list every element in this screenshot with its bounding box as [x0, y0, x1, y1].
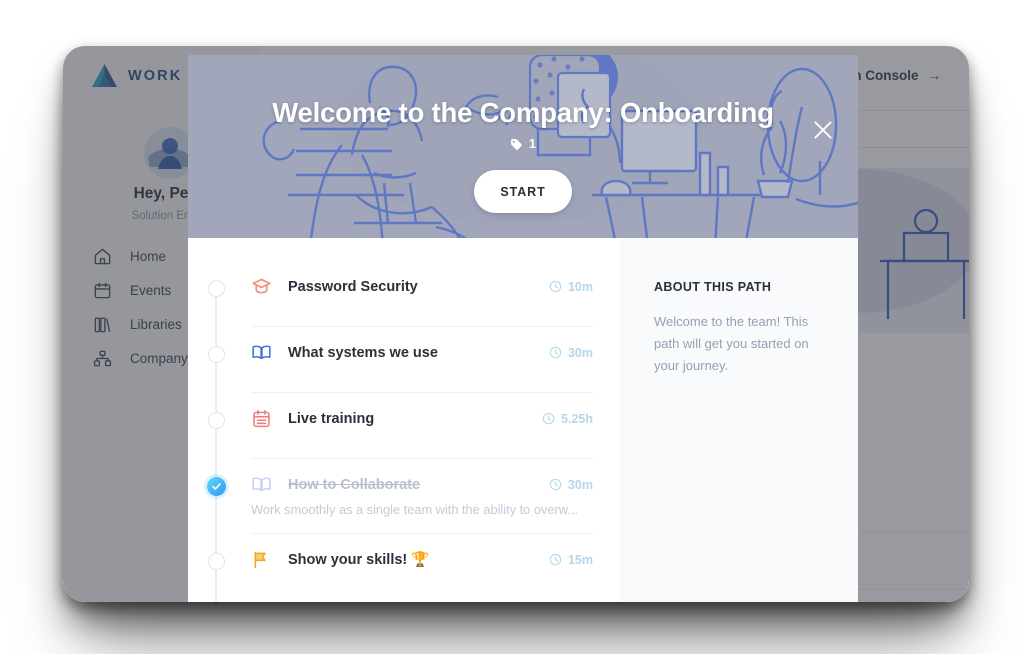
- clock-icon: [549, 553, 562, 566]
- duration-label: 30m: [567, 477, 593, 492]
- calendar-icon: [251, 408, 272, 429]
- close-icon[interactable]: [809, 116, 837, 144]
- onboarding-path-modal: Welcome to the Company: Onboarding 1 STA…: [188, 55, 858, 602]
- open-book-icon: [251, 342, 272, 363]
- list-item[interactable]: Password Security 10m: [188, 261, 620, 327]
- clock-icon: [549, 346, 562, 359]
- list-item-description: Work smoothly as a single team with the …: [251, 502, 578, 517]
- device-frame: WORK Hey, Pe Solution En: [63, 46, 969, 602]
- open-book-icon: [251, 474, 272, 495]
- list-item-row: What systems we use 30m: [251, 327, 620, 363]
- clock-icon: [549, 280, 562, 293]
- about-heading: ABOUT THIS PATH: [654, 280, 772, 294]
- modal-hero: Welcome to the Company: Onboarding 1 STA…: [188, 55, 858, 238]
- clock-icon: [549, 478, 562, 491]
- list-item[interactable]: Live training 5.25h: [188, 393, 620, 459]
- list-item-row: How to Collaborate 30m: [251, 459, 620, 495]
- screenshot-stage: WORK Hey, Pe Solution En: [0, 0, 1024, 654]
- timeline-dot: [208, 553, 225, 570]
- duration-badge: 10m: [549, 280, 593, 294]
- list-item[interactable]: How to Collaborate 30m Work smoothly as …: [188, 459, 620, 534]
- modal-body: Password Security 10m What systems we us…: [188, 238, 858, 602]
- path-item-list: Password Security 10m What systems we us…: [188, 238, 620, 600]
- flag-icon: [251, 549, 272, 570]
- timeline-dot: [208, 280, 225, 297]
- start-button[interactable]: START: [474, 170, 572, 213]
- tag-icon: [510, 138, 523, 151]
- list-item[interactable]: What systems we use 30m: [188, 327, 620, 393]
- timeline-dot: [208, 346, 225, 363]
- path-items-column: Password Security 10m What systems we us…: [188, 238, 620, 602]
- list-item-row: Show your skills! 🏆 15m: [251, 534, 620, 570]
- clock-icon: [542, 412, 555, 425]
- list-item-title: How to Collaborate: [288, 476, 421, 493]
- graduation-cap-icon: [251, 276, 272, 297]
- duration-label: 10m: [567, 279, 593, 294]
- about-path-column: ABOUT THIS PATH Welcome to the team! Thi…: [620, 238, 858, 602]
- duration-badge: 5.25h: [542, 412, 593, 426]
- list-item-title: What systems we use: [288, 344, 438, 361]
- list-item-title: Show your skills! 🏆: [288, 552, 430, 568]
- tag-badge: 1: [188, 137, 858, 151]
- tag-count: 1: [529, 137, 536, 151]
- duration-badge: 15m: [549, 553, 593, 567]
- duration-label: 15m: [567, 552, 593, 567]
- list-item-title: Password Security: [288, 278, 418, 295]
- timeline-dot: [208, 412, 225, 429]
- modal-title: Welcome to the Company: Onboarding: [272, 97, 774, 128]
- duration-badge: 30m: [549, 478, 593, 492]
- list-item-title: Live training: [288, 410, 375, 427]
- duration-badge: 30m: [549, 346, 593, 360]
- list-item-row: Live training 5.25h: [251, 393, 620, 429]
- list-item-row: Password Security 10m: [251, 261, 620, 297]
- about-body-text: Welcome to the team! This path will get …: [654, 314, 809, 373]
- duration-label: 5.25h: [561, 411, 593, 426]
- list-item[interactable]: Show your skills! 🏆 15m: [188, 534, 620, 600]
- timeline-dot-completed: [207, 477, 226, 496]
- duration-label: 30m: [567, 345, 593, 360]
